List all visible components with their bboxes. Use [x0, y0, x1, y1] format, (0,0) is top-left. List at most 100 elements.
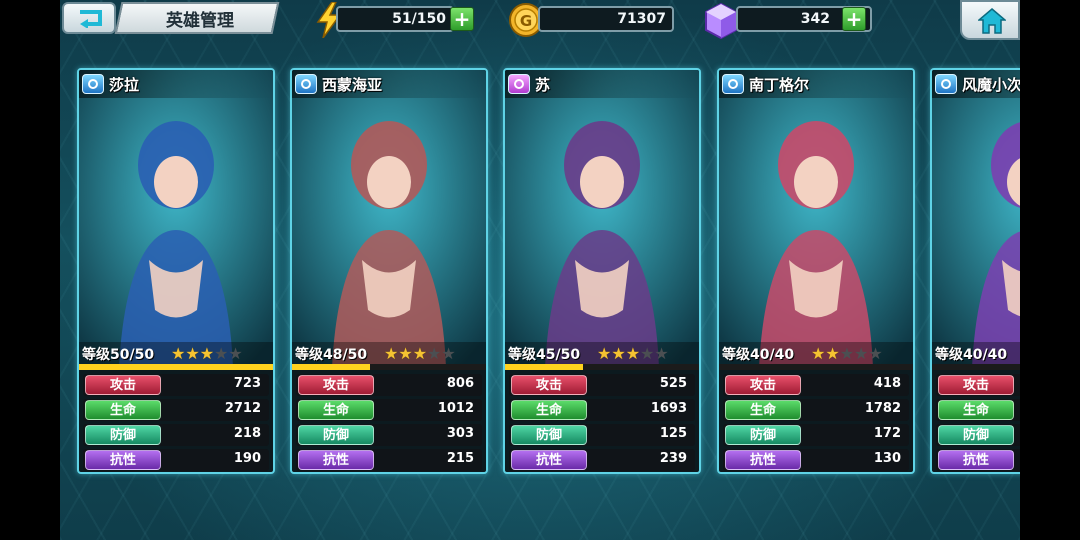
hero-card[interactable]: 风魔小次 等级40/40 ★★★★★ 攻击 生命 防御 抗性 — [930, 68, 1020, 474]
hero-management-screen: 英雄管理 51/150 + G 71307 342 + 莎拉 等级50/50 ★… — [60, 0, 1020, 540]
star-icon: ★ — [384, 344, 399, 363]
mage-class-icon — [508, 74, 530, 94]
stat-label-hp: 生命 — [725, 400, 801, 420]
stat-label-resist: 抗性 — [725, 450, 801, 470]
stat-label-attack: 攻击 — [298, 375, 374, 395]
stat-row-defense: 防御 172 — [723, 424, 909, 446]
stat-label-resist: 抗性 — [511, 450, 587, 470]
stat-label-hp: 生命 — [511, 400, 587, 420]
page-title: 英雄管理 — [166, 11, 234, 31]
stat-row-hp: 生命 1012 — [296, 399, 482, 421]
stat-value-defense: 172 — [873, 426, 901, 441]
xp-bar — [932, 364, 1020, 370]
stat-row-defense: 防御 218 — [83, 424, 269, 446]
xp-bar-fill — [505, 364, 583, 370]
stat-row-hp: 生命 2712 — [83, 399, 269, 421]
hero-card[interactable]: 莎拉 等级50/50 ★★★★★ 攻击 723 生命 2712 防御 218 抗… — [77, 68, 275, 474]
stat-label-resist: 抗性 — [85, 450, 161, 470]
add-gems-button[interactable]: + — [842, 7, 866, 31]
hero-name-bar: 莎拉 — [79, 70, 273, 98]
stat-label-defense: 防御 — [511, 425, 587, 445]
stat-row-defense: 防御 — [936, 424, 1020, 446]
star-icon: ★ — [398, 344, 413, 363]
stat-row-hp: 生命 1693 — [509, 399, 695, 421]
svg-text:G: G — [520, 12, 532, 30]
star-rating: ★★★★★ — [384, 344, 456, 363]
hero-level: 等级40/40 — [722, 347, 795, 363]
hero-portrait — [719, 70, 913, 368]
stat-row-attack: 攻击 — [936, 374, 1020, 396]
star-icon: ★ — [171, 344, 186, 363]
hero-name: 南丁格尔 — [749, 76, 810, 94]
star-icon: ★ — [427, 344, 442, 363]
stat-label-hp: 生命 — [298, 400, 374, 420]
star-icon: ★ — [185, 344, 200, 363]
star-icon: ★ — [811, 344, 826, 363]
stat-row-resist: 抗性 130 — [723, 449, 909, 471]
xp-bar — [719, 364, 913, 370]
hero-stats: 攻击 723 生命 2712 防御 218 抗性 190 — [83, 374, 269, 472]
gem-value: 342 — [800, 11, 830, 27]
hero-name: 西蒙海亚 — [322, 76, 383, 94]
stat-value-resist: 215 — [446, 451, 474, 466]
back-button[interactable] — [62, 2, 116, 34]
stat-value-hp: 2712 — [224, 401, 261, 416]
stat-row-resist: 抗性 239 — [509, 449, 695, 471]
stat-row-attack: 攻击 525 — [509, 374, 695, 396]
stat-value-defense: 303 — [446, 426, 474, 441]
hero-card[interactable]: 西蒙海亚 等级48/50 ★★★★★ 攻击 806 生命 1012 防御 303… — [290, 68, 488, 474]
stat-value-hp: 1693 — [650, 401, 687, 416]
stat-label-attack: 攻击 — [938, 375, 1014, 395]
star-icon: ★ — [640, 344, 655, 363]
star-icon: ★ — [412, 344, 428, 363]
shield-class-icon — [295, 74, 317, 94]
stat-label-resist: 抗性 — [938, 450, 1014, 470]
hero-name: 苏 — [535, 76, 551, 94]
star-icon: ★ — [868, 344, 883, 363]
hero-name: 风魔小次 — [962, 76, 1020, 94]
hero-portrait — [932, 70, 1020, 368]
top-bar: 英雄管理 51/150 + G 71307 342 + — [60, 0, 1020, 42]
stat-row-resist: 抗性 190 — [83, 449, 269, 471]
hero-level-row: 等级48/50 ★★★★★ — [292, 342, 486, 364]
stat-value-resist: 130 — [873, 451, 901, 466]
hero-level-row: 等级40/40 ★★★★★ — [932, 342, 1020, 364]
stat-row-attack: 攻击 723 — [83, 374, 269, 396]
stat-label-attack: 攻击 — [85, 375, 161, 395]
shield-class-icon — [722, 74, 744, 94]
energy-value: 51/150 — [392, 11, 446, 27]
hero-portrait — [79, 70, 273, 368]
stat-value-attack: 418 — [873, 376, 901, 391]
hero-level: 等级48/50 — [295, 347, 368, 363]
back-arrow-icon — [80, 10, 102, 28]
hero-stats: 攻击 生命 防御 抗性 — [936, 374, 1020, 472]
stat-value-attack: 525 — [659, 376, 687, 391]
hero-card[interactable]: 南丁格尔 等级40/40 ★★★★★ 攻击 418 生命 1782 防御 172… — [717, 68, 915, 474]
star-icon: ★ — [597, 344, 612, 363]
star-icon: ★ — [214, 344, 229, 363]
star-icon: ★ — [654, 344, 669, 363]
stat-value-defense: 218 — [233, 426, 261, 441]
stat-label-attack: 攻击 — [511, 375, 587, 395]
hero-card[interactable]: 苏 等级45/50 ★★★★★ 攻击 525 生命 1693 防御 125 抗性… — [503, 68, 701, 474]
hero-level-row: 等级50/50 ★★★★★ — [79, 342, 273, 364]
home-icon — [978, 8, 1006, 34]
stat-value-resist: 239 — [659, 451, 687, 466]
stat-row-hp: 生命 1782 — [723, 399, 909, 421]
star-rating: ★★★★★ — [597, 344, 669, 363]
stat-row-defense: 防御 125 — [509, 424, 695, 446]
star-icon: ★ — [228, 344, 243, 363]
xp-bar — [505, 364, 699, 370]
hero-name: 莎拉 — [109, 76, 140, 94]
home-button[interactable] — [960, 0, 1020, 40]
stat-label-defense: 防御 — [938, 425, 1014, 445]
star-icon: ★ — [839, 344, 855, 363]
star-icon: ★ — [611, 344, 626, 363]
stat-label-attack: 攻击 — [725, 375, 801, 395]
star-icon: ★ — [625, 344, 641, 363]
xp-bar — [79, 364, 273, 370]
star-rating: ★★★★★ — [171, 344, 243, 363]
hero-stats: 攻击 525 生命 1693 防御 125 抗性 239 — [509, 374, 695, 472]
hero-level: 等级50/50 — [82, 347, 155, 363]
add-energy-button[interactable]: + — [450, 7, 474, 31]
